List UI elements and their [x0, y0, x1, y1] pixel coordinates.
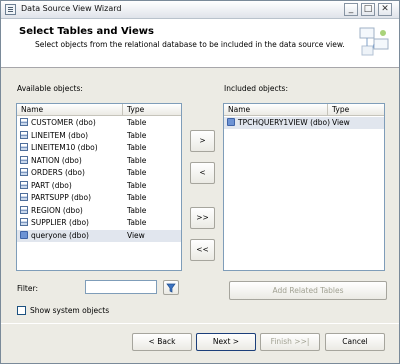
- view-icon: [20, 230, 28, 239]
- table-row[interactable]: CUSTOMER (dbo) Table: [17, 117, 181, 129]
- available-objects-list[interactable]: Name Type CUSTOMER (dbo) Table LINEITEM (d…: [16, 103, 182, 271]
- row-name-text: PARTSUPP (dbo): [31, 193, 92, 202]
- row-name-text: PART (dbo): [31, 180, 72, 190]
- wizard-header: Select Tables and Views Select objects f…: [1, 19, 399, 68]
- table-row[interactable]: PARTSUPP (dbo) Table: [17, 192, 181, 204]
- table-icon: [20, 218, 28, 226]
- included-list-header: Name Type: [224, 104, 384, 116]
- row-name-text: CUSTOMER (dbo): [31, 118, 96, 127]
- filter-button[interactable]: [163, 280, 179, 295]
- table-row[interactable]: LINEITEM (dbo) Table: [17, 130, 181, 142]
- finish-button[interactable]: Finish >>|: [260, 333, 320, 351]
- table-icon: [20, 118, 28, 126]
- back-button[interactable]: < Back: [132, 333, 192, 351]
- wizard-graphic-icon: [359, 27, 389, 56]
- minimize-button[interactable]: _: [344, 3, 358, 16]
- table-icon: [20, 180, 28, 189]
- table-row[interactable]: LINEITEM10 (dbo) Table: [17, 142, 181, 154]
- window-title: Data Source View Wizard: [21, 4, 122, 13]
- table-row[interactable]: ORDERS (dbo) Table: [17, 167, 181, 179]
- page-title: Select Tables and Views: [19, 26, 154, 37]
- row-type: Table: [127, 130, 147, 140]
- row-name: ORDERS (dbo): [20, 167, 85, 179]
- cancel-button[interactable]: Cancel: [325, 333, 385, 351]
- included-objects-list[interactable]: Name Type TPCHQUERY1VIEW (dbo) View: [223, 103, 385, 271]
- filter-label-text: Filter:: [17, 284, 38, 293]
- row-name: PART (dbo): [20, 180, 72, 192]
- filter-input[interactable]: [85, 280, 157, 294]
- row-name-text: LINEITEM (dbo): [31, 130, 89, 140]
- next-button[interactable]: Next >: [196, 333, 256, 351]
- row-name-text: REGION (dbo): [31, 205, 83, 215]
- row-type: Table: [127, 118, 147, 127]
- row-type: Table: [127, 168, 147, 177]
- maximize-button[interactable]: □: [361, 3, 375, 16]
- add-selected-button[interactable]: >: [190, 130, 215, 152]
- remove-selected-button[interactable]: <: [190, 162, 215, 184]
- wizard-window: Data Source View Wizard _ □ ✕ Select Tab…: [0, 0, 400, 364]
- view-icon: [227, 118, 235, 126]
- filter-label: Filter:: [17, 284, 38, 293]
- row-name: REGION (dbo): [20, 205, 83, 217]
- add-all-button[interactable]: >>: [190, 207, 215, 229]
- row-name: PARTSUPP (dbo): [20, 192, 91, 204]
- table-row[interactable]: TPCHQUERY1VIEW (dbo) View: [224, 117, 384, 129]
- column-header-type[interactable]: Type: [123, 104, 181, 116]
- row-name: queryone (dbo): [20, 230, 89, 242]
- column-header-name[interactable]: Name: [224, 104, 328, 116]
- included-objects-label: Included objects:: [224, 84, 288, 93]
- table-icon: [20, 193, 28, 201]
- row-type: Table: [127, 205, 147, 215]
- funnel-icon: [166, 283, 176, 293]
- row-name-text: SUPPLIER (dbo): [31, 218, 89, 227]
- row-type: Table: [127, 193, 147, 202]
- row-name: LINEITEM (dbo): [20, 130, 88, 142]
- row-name-text: ORDERS (dbo): [31, 168, 85, 177]
- row-name-text: TPCHQUERY1VIEW (dbo): [238, 118, 331, 127]
- add-related-tables-button[interactable]: Add Related Tables: [229, 281, 387, 300]
- table-icon: [20, 130, 28, 139]
- row-name: SUPPLIER (dbo): [20, 217, 89, 229]
- row-name-text: NATION (dbo): [31, 155, 82, 165]
- show-system-objects-checkbox[interactable]: [17, 306, 26, 315]
- page-subtitle: Select objects from the relational datab…: [35, 40, 345, 49]
- table-row[interactable]: SUPPLIER (dbo) Table: [17, 217, 181, 229]
- close-button[interactable]: ✕: [378, 3, 392, 16]
- table-icon: [20, 143, 28, 151]
- table-row[interactable]: NATION (dbo) Table: [17, 155, 181, 167]
- row-name: CUSTOMER (dbo): [20, 117, 96, 129]
- show-system-objects-label: Show system objects: [30, 306, 110, 315]
- row-type: View: [127, 230, 145, 240]
- row-name: TPCHQUERY1VIEW (dbo): [227, 117, 330, 129]
- row-name-text: LINEITEM10 (dbo): [31, 143, 98, 152]
- available-list-header: Name Type: [17, 104, 181, 116]
- footer-divider: [1, 323, 399, 324]
- table-icon: [20, 155, 28, 164]
- row-type: Table: [127, 143, 147, 152]
- column-header-name[interactable]: Name: [17, 104, 123, 116]
- table-row[interactable]: PART (dbo) Table: [17, 180, 181, 192]
- row-name: LINEITEM10 (dbo): [20, 142, 98, 154]
- row-name-text: queryone (dbo): [31, 230, 89, 240]
- table-row[interactable]: queryone (dbo) View: [17, 229, 181, 242]
- title-bar[interactable]: Data Source View Wizard _ □ ✕: [1, 1, 399, 19]
- table-icon: [20, 205, 28, 214]
- table-icon: [20, 168, 28, 176]
- row-name: NATION (dbo): [20, 155, 82, 167]
- remove-all-button[interactable]: <<: [190, 239, 215, 261]
- row-type: View: [332, 118, 350, 127]
- column-header-type[interactable]: Type: [328, 104, 384, 116]
- app-icon: [5, 4, 16, 15]
- table-row[interactable]: REGION (dbo) Table: [17, 205, 181, 217]
- available-objects-label: Available objects:: [17, 84, 83, 93]
- row-type: Table: [127, 180, 147, 190]
- row-type: Table: [127, 155, 147, 165]
- row-type: Table: [127, 218, 147, 227]
